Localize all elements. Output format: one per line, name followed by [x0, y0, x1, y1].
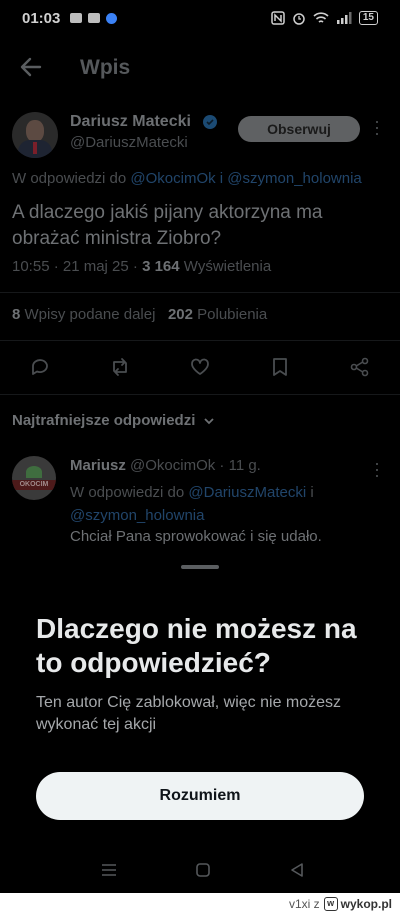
reply-item-handle-2[interactable]: @szymon_holownia: [70, 507, 204, 524]
status-bar: 01:03 15: [0, 0, 400, 36]
status-time: 01:03: [22, 9, 61, 27]
reply-author-avatar[interactable]: OKOCIM: [12, 456, 56, 500]
page-title: Wpis: [80, 56, 131, 79]
battery-indicator: 15: [358, 11, 378, 25]
settings-icon: [106, 12, 118, 24]
author-handle[interactable]: @DariuszMatecki: [70, 134, 188, 151]
repost-icon[interactable]: [109, 356, 131, 378]
sheet-title: Dlaczego nie możesz na to odpowiedzieć?: [36, 613, 357, 678]
divider: [0, 394, 400, 395]
reply-more-options-icon[interactable]: · · ·: [372, 454, 380, 484]
divider: [0, 292, 400, 293]
reply-item-joiner: i: [306, 484, 314, 501]
back-nav-icon[interactable]: [289, 862, 305, 878]
tweet-actions: [0, 352, 400, 382]
reply-author-name: Mariusz: [70, 457, 126, 474]
footer-site: wykop.pl: [340, 897, 392, 911]
reply-context: W odpowiedzi do @OkocimOk i @szymon_holo…: [12, 170, 362, 187]
likes-count[interactable]: 202: [168, 306, 193, 323]
views-label: Wyświetlenia: [179, 258, 272, 275]
replies-sort-dropdown[interactable]: Najtrafniejsze odpowiedzi: [12, 412, 215, 429]
follow-button[interactable]: Obserwuj: [238, 116, 360, 142]
heart-icon[interactable]: [189, 356, 211, 378]
views-count: 3 164: [142, 258, 180, 275]
reply-item-text: Chciał Pana sprowokować i się udało.: [70, 528, 322, 545]
reply-author-handle: @OkocimOk · 11 g.: [125, 457, 261, 474]
signal-icon: [336, 12, 352, 24]
sheet-description: Ten autor Cię zablokował, więc nie możes…: [36, 694, 342, 733]
author-name[interactable]: Dariusz Matecki: [70, 113, 191, 131]
system-icons: 15: [271, 11, 378, 25]
reply-item-handle-1[interactable]: @DariuszMatecki: [188, 484, 306, 501]
verified-badge-icon: [203, 115, 217, 129]
tweet-text: A dlaczego jakiś pijany aktorzyna ma obr…: [12, 202, 323, 249]
tweet-meta: 10:55 · 21 maj 25 · 3 164 Wyświetlenia: [12, 258, 271, 275]
nfc-icon: [271, 11, 285, 25]
tweet-stats: 8 Wpisy podane dalej 202 Polubienia: [12, 306, 267, 323]
back-arrow-icon[interactable]: [18, 54, 44, 80]
system-nav-bar: [0, 846, 400, 893]
recent-apps-icon[interactable]: [100, 862, 118, 878]
replies-sort-label: Najtrafniejsze odpowiedzi: [12, 412, 196, 429]
blocked-bottom-sheet: Dlaczego nie możesz na to odpowiedzieć? …: [0, 550, 400, 893]
home-icon[interactable]: [195, 862, 211, 878]
chevron-down-icon: [204, 417, 215, 424]
youtube-icon: [88, 13, 101, 23]
likes-label[interactable]: Polubienia: [193, 306, 267, 323]
reply-item-prefix: W odpowiedzi do: [70, 484, 189, 501]
sheet-drag-handle[interactable]: [181, 565, 219, 569]
reposts-label[interactable]: Wpisy podane dalej: [20, 306, 156, 323]
reply-item-context: W odpowiedzi do @DariuszMatecki i @szymo…: [70, 481, 390, 527]
wykop-logo: w wykop.pl: [323, 897, 392, 911]
reply-to-handles[interactable]: @OkocimOk i @szymon_holownia: [130, 170, 361, 187]
wykop-logo-icon: w: [323, 897, 338, 911]
reply-icon[interactable]: [29, 356, 51, 378]
source-footer: v1xi z w wykop.pl: [0, 893, 400, 915]
more-options-icon[interactable]: · · ·: [372, 112, 380, 142]
reply-to-prefix: W odpowiedzi do: [12, 170, 127, 187]
notification-icons: [70, 12, 118, 24]
app-bar: Wpis: [0, 44, 400, 92]
share-icon[interactable]: [349, 356, 371, 378]
reply-author[interactable]: Mariusz @OkocimOk · 11 g.: [70, 457, 261, 474]
tweet-timestamp: 10:55 · 21 maj 25 ·: [12, 258, 143, 275]
avatar-logo-text: OKOCIM: [12, 480, 56, 490]
alarm-icon: [293, 13, 305, 25]
divider: [0, 340, 400, 341]
understand-button[interactable]: Rozumiem: [36, 772, 364, 820]
footer-user: v1xi z: [288, 897, 320, 911]
bookmark-icon[interactable]: [269, 356, 291, 378]
discord-icon: [70, 13, 83, 23]
app-screen: 01:03 15 Wpis Dariusz Matecki @DariuszMa…: [0, 0, 400, 893]
author-avatar[interactable]: [12, 112, 58, 158]
wifi-icon: [313, 12, 329, 23]
